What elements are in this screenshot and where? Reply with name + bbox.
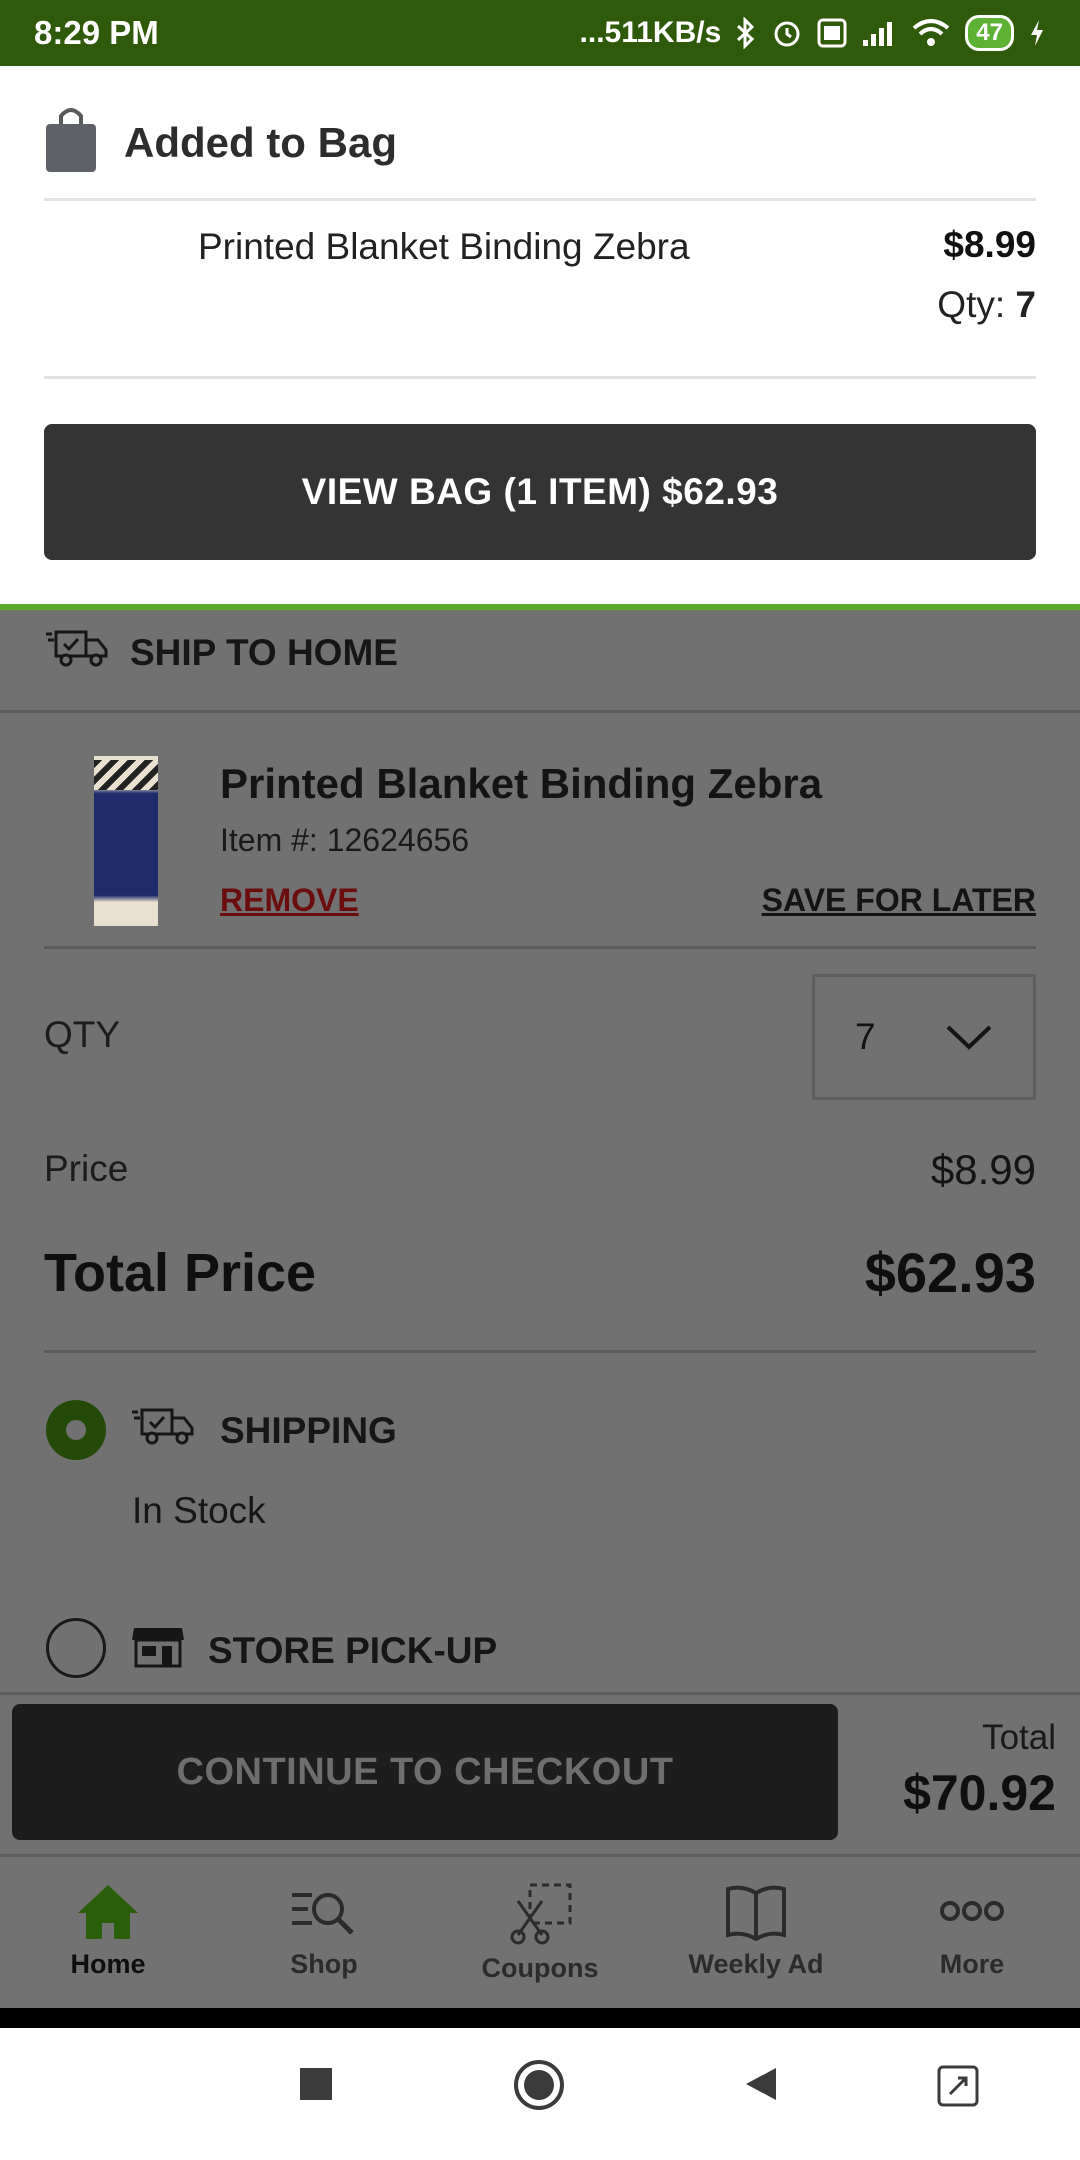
- added-item-price: $8.99: [943, 224, 1036, 265]
- panel-header: Added to Bag: [44, 106, 397, 179]
- cart-item-name[interactable]: Printed Blanket Binding Zebra: [220, 760, 822, 808]
- store-icon: [130, 1624, 186, 1677]
- nav-coupons[interactable]: Coupons: [432, 1857, 648, 2008]
- shop-search-icon: [290, 1883, 358, 1941]
- alarm-icon: [771, 17, 803, 49]
- nav-more[interactable]: More: [864, 1857, 1080, 2008]
- charging-icon: [1028, 18, 1046, 48]
- price-value: $8.99: [930, 1146, 1036, 1193]
- ship-to-home-title: SHIP TO HOME: [130, 631, 398, 673]
- nav-weekly-ad-label: Weekly Ad: [688, 1949, 824, 1979]
- status-time: 8:29 PM: [34, 14, 159, 51]
- nav-home-label: Home: [70, 1949, 146, 1979]
- nav-separator: [0, 2008, 1080, 2028]
- nav-shop-label: Shop: [290, 1949, 358, 1979]
- continue-to-checkout-button[interactable]: CONTINUE TO CHECKOUT: [12, 1704, 838, 1840]
- bluetooth-icon: [735, 17, 757, 49]
- total-price-value: $62.93: [864, 1241, 1036, 1304]
- system-navigation-bar: [0, 2028, 1080, 2160]
- status-bar: 8:29 PM ...511KB/s 47: [0, 0, 1080, 66]
- nav-weekly-ad[interactable]: Weekly Ad: [648, 1857, 864, 2008]
- status-icons: ...511KB/s 47: [580, 15, 1046, 51]
- shipping-truck-icon: [130, 1406, 198, 1455]
- recents-button-icon[interactable]: [296, 2064, 336, 2104]
- stock-status: In Stock: [132, 1490, 266, 1531]
- bottom-navigation: Home Shop Coupons Weekly Ad More: [0, 1854, 1080, 2008]
- panel-title: Added to Bag: [124, 118, 397, 166]
- more-dots-icon: [938, 1883, 1006, 1941]
- book-icon: [724, 1883, 788, 1941]
- store-pickup-label: STORE PICK-UP: [208, 1629, 498, 1671]
- store-pickup-option[interactable]: STORE PICK-UP: [130, 1624, 497, 1677]
- qty-label: QTY: [44, 1014, 121, 1055]
- volte-icon: [817, 18, 847, 48]
- nav-home[interactable]: Home: [0, 1857, 216, 2008]
- shipping-label: SHIPPING: [220, 1409, 397, 1451]
- qty-selected-value: 7: [855, 1016, 876, 1057]
- cart-divider: [0, 710, 1080, 713]
- network-speed: ...511KB/s: [579, 16, 722, 49]
- back-button-icon[interactable]: [740, 2064, 780, 2104]
- screenshot-expand-icon[interactable]: [936, 2064, 980, 2108]
- nav-shop[interactable]: Shop: [216, 1857, 432, 2008]
- price-label: Price: [44, 1148, 129, 1189]
- nav-more-label: More: [939, 1949, 1005, 1979]
- qty-label: Qty:: [937, 284, 1006, 325]
- remove-link[interactable]: REMOVE: [220, 882, 359, 919]
- wifi-icon: [911, 18, 951, 48]
- cart-item-number: Item #: 12624656: [220, 822, 470, 858]
- panel-divider: [44, 376, 1036, 379]
- view-bag-button[interactable]: VIEW BAG (1 ITEM) $62.93: [44, 424, 1036, 560]
- grand-total-value: $70.92: [903, 1765, 1056, 1821]
- grand-total-label: Total: [982, 1718, 1056, 1757]
- shopping-bag-icon: [44, 106, 98, 179]
- ship-to-home-header: SHIP TO HOME: [44, 628, 398, 677]
- cart-divider: [44, 946, 1036, 949]
- signal-icon: [861, 18, 897, 48]
- qty-dropdown[interactable]: 7: [812, 974, 1036, 1100]
- product-thumbnail[interactable]: [94, 756, 158, 926]
- added-item-name: Printed Blanket Binding Zebra: [198, 226, 690, 267]
- home-icon: [76, 1883, 140, 1941]
- panel-divider: [44, 198, 1036, 201]
- added-to-bag-panel: Added to Bag Printed Blanket Binding Zeb…: [0, 66, 1080, 604]
- chevron-down-icon: [945, 1023, 993, 1051]
- added-item-qty: Qty: 7: [937, 284, 1036, 326]
- total-price-label: Total Price: [44, 1243, 317, 1303]
- store-pickup-radio[interactable]: [46, 1618, 106, 1678]
- home-button-icon[interactable]: [512, 2058, 566, 2112]
- delivery-truck-icon: [44, 628, 108, 677]
- cart-divider: [44, 1350, 1036, 1353]
- qty-value: 7: [1015, 284, 1036, 325]
- nav-coupons-label: Coupons: [481, 1953, 599, 1983]
- shipping-option[interactable]: SHIPPING: [130, 1406, 397, 1455]
- save-for-later-link[interactable]: SAVE FOR LATER: [762, 882, 1036, 919]
- shipping-radio[interactable]: [46, 1400, 106, 1460]
- cart-divider: [0, 1692, 1080, 1695]
- scissors-coupon-icon: [508, 1883, 572, 1945]
- battery-indicator: 47: [965, 15, 1014, 51]
